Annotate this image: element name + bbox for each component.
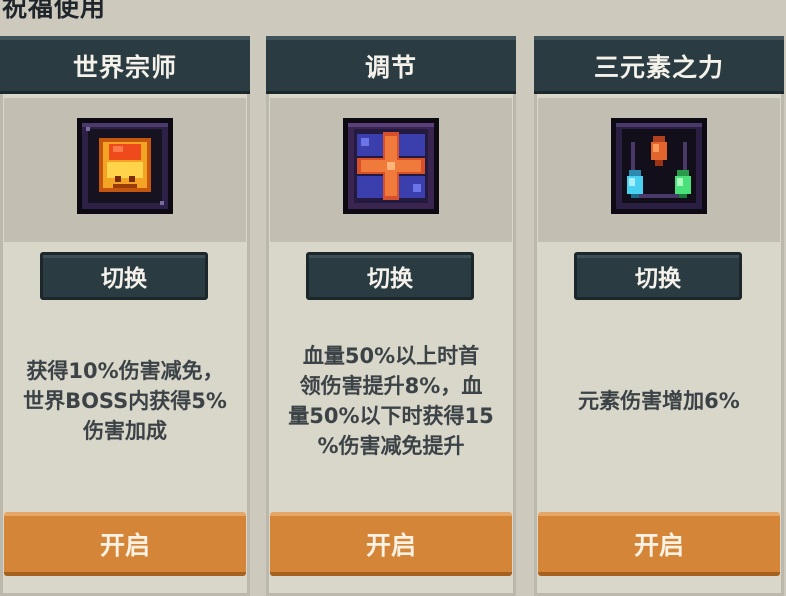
icon-area bbox=[270, 98, 512, 242]
description-line: 元素伤害增加6% bbox=[578, 389, 740, 413]
card-title: 调节 bbox=[364, 52, 417, 82]
open-button[interactable]: 开启 bbox=[4, 512, 246, 576]
page-title: 祝福使用 bbox=[2, 0, 107, 22]
switch-button[interactable]: 切换 bbox=[40, 252, 208, 300]
blessing-description: 血量50%以上时首 领伤害提升8%，血 量50%以下时获得15 %伤害减免提升 bbox=[266, 316, 516, 486]
switch-label: 切换 bbox=[635, 266, 681, 292]
description-line: %伤害减免提升 bbox=[317, 434, 465, 458]
card-header: 世界宗师 bbox=[0, 36, 250, 94]
icon-area bbox=[538, 98, 780, 242]
description-line: 领伤害提升8%，血 bbox=[299, 374, 483, 398]
switch-button[interactable]: 切换 bbox=[574, 252, 742, 300]
card-title: 三元素之力 bbox=[593, 52, 724, 82]
blessing-description: 元素伤害增加6% bbox=[534, 316, 784, 486]
open-label: 开启 bbox=[99, 531, 150, 560]
open-button[interactable]: 开启 bbox=[270, 512, 512, 576]
card-header: 调节 bbox=[266, 36, 516, 94]
open-button[interactable]: 开启 bbox=[538, 512, 780, 576]
switch-button[interactable]: 切换 bbox=[306, 252, 474, 300]
bell-crown-icon bbox=[77, 118, 173, 214]
blessing-description: 获得10%伤害减免， 世界BOSS内获得5% 伤害加成 bbox=[0, 316, 250, 486]
blessing-card-3: 三元素之力 切换 元素伤害增加6% 开启 bbox=[534, 36, 784, 596]
description-line: 世界BOSS内获得5% bbox=[23, 389, 227, 413]
description-line: 血量50%以上时首 bbox=[302, 344, 480, 368]
switch-label: 切换 bbox=[367, 266, 413, 292]
cross-sparkle-icon bbox=[343, 118, 439, 214]
open-label: 开启 bbox=[633, 531, 684, 560]
card-title: 世界宗师 bbox=[72, 52, 177, 82]
description-line: 量50%以下时获得15 bbox=[288, 404, 494, 428]
description-line: 伤害加成 bbox=[82, 419, 167, 443]
blessing-card-2: 调节 切换 血量50%以上时首 领伤害提升8%，血 量50%以下时获得15 %伤… bbox=[266, 36, 516, 596]
blessing-card-1: 世界宗师 切换 获得10%伤害减免， 世界BOSS内获得5% 伤害加成 开启 bbox=[0, 36, 250, 596]
three-crystals-icon bbox=[611, 118, 707, 214]
card-header: 三元素之力 bbox=[534, 36, 784, 94]
description-line: 获得10%伤害减免， bbox=[26, 359, 224, 383]
icon-area bbox=[4, 98, 246, 242]
switch-label: 切换 bbox=[101, 266, 147, 292]
open-label: 开启 bbox=[365, 531, 416, 560]
